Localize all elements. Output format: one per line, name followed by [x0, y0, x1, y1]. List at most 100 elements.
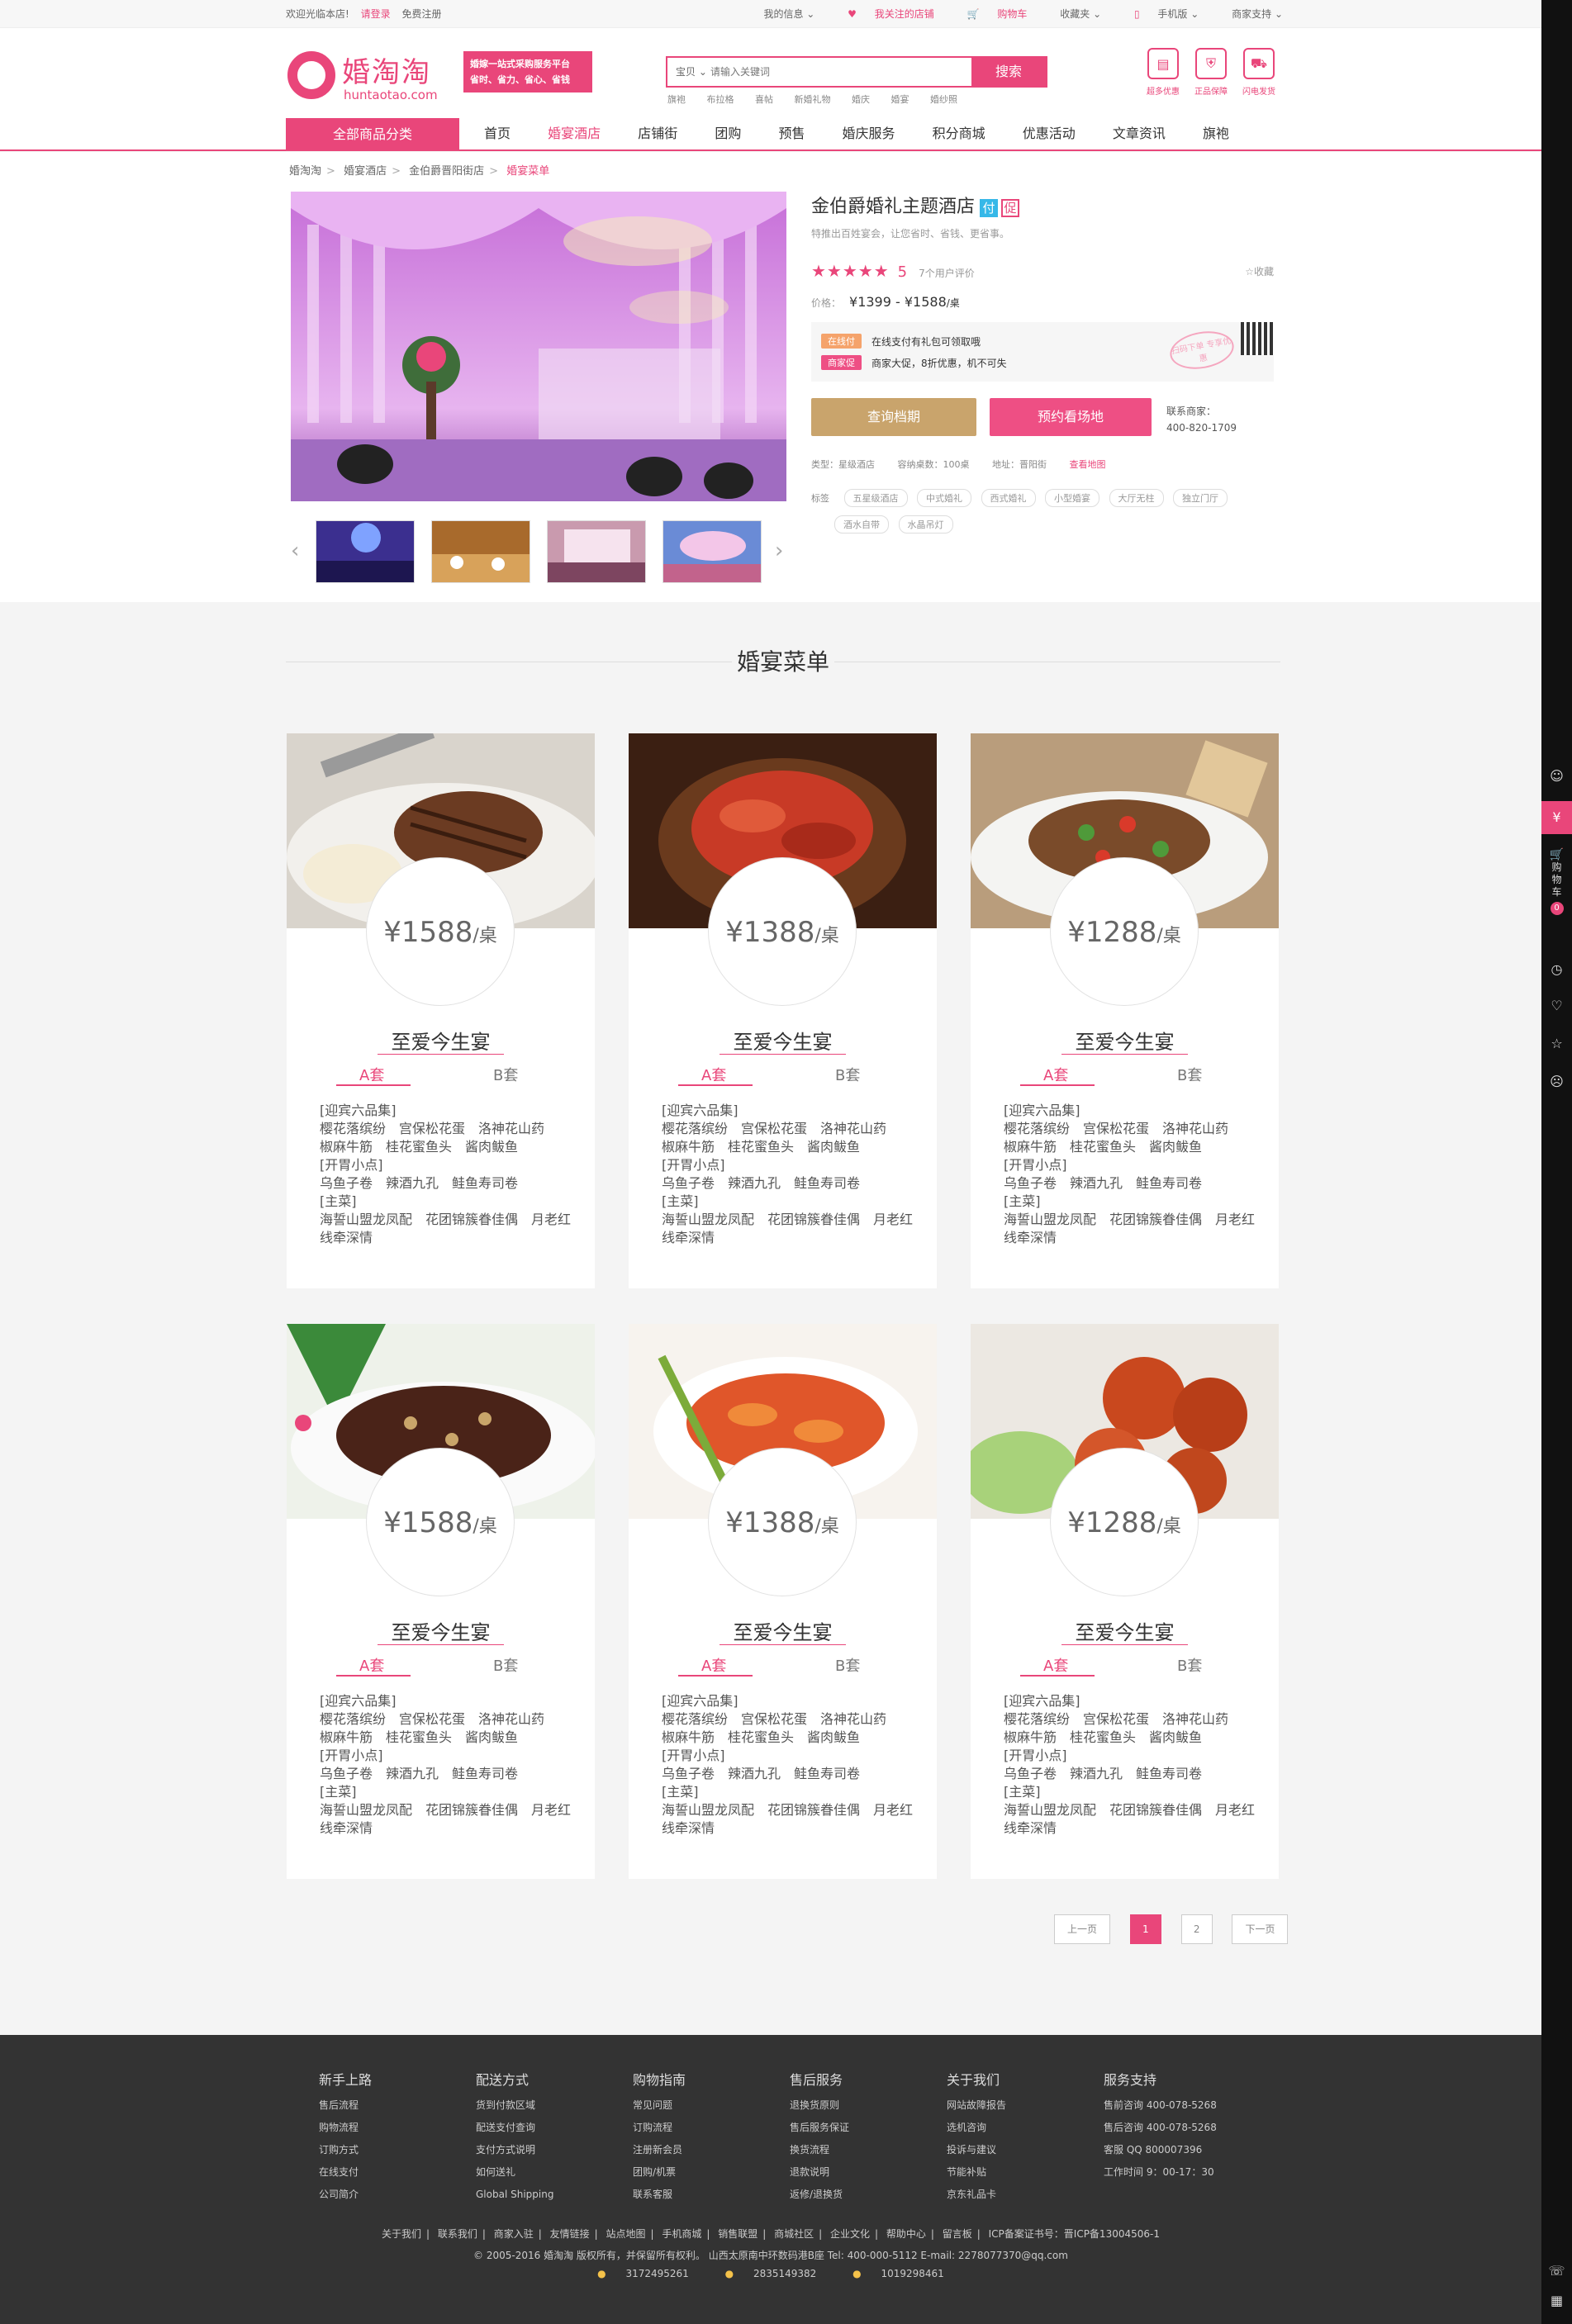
search-category-select[interactable]: 宝贝 ⌄: [676, 64, 707, 78]
breadcrumb-item[interactable]: 婚淘淘: [289, 165, 321, 178]
tag-chip[interactable]: 西式婚礼: [981, 489, 1036, 507]
chevron-right-icon[interactable]: ›: [775, 538, 783, 563]
mobile-menu[interactable]: ▯ 手机版 ⌄: [1119, 8, 1199, 20]
my-info-menu[interactable]: 我的信息 ⌄: [748, 8, 814, 20]
nav-item-home[interactable]: 首页: [484, 126, 511, 141]
footer-link[interactable]: 配送支付查询: [476, 2117, 553, 2139]
register-link[interactable]: 免费注册: [401, 8, 441, 20]
footer-link[interactable]: 公司简介: [319, 2184, 372, 2206]
footer-link[interactable]: 支付方式说明: [476, 2139, 553, 2161]
footer-link[interactable]: 选机咨询: [947, 2117, 1006, 2139]
login-link[interactable]: 请登录: [361, 8, 391, 20]
footer-link[interactable]: 注册新会员: [633, 2139, 686, 2161]
tab-set-a[interactable]: A套: [701, 1064, 726, 1085]
footer-link[interactable]: 退款说明: [790, 2161, 849, 2184]
page-1-button[interactable]: 1: [1129, 1914, 1161, 1944]
tab-set-a[interactable]: A套: [1043, 1654, 1068, 1676]
footer-bottom-link[interactable]: 手机商城: [662, 2228, 701, 2240]
footer-link[interactable]: 网站故障报告: [947, 2094, 1006, 2117]
footer-bottom-link[interactable]: 联系我们: [438, 2228, 477, 2240]
tab-set-a[interactable]: A套: [359, 1064, 384, 1085]
footer-link[interactable]: 购物流程: [319, 2117, 372, 2139]
prev-page-button[interactable]: 上一页: [1054, 1914, 1110, 1944]
search-input[interactable]: [710, 59, 966, 84]
favorites-menu[interactable]: 收藏夹 ⌄: [1045, 8, 1101, 20]
tag-chip[interactable]: 独立门厅: [1173, 489, 1228, 507]
page-2-button[interactable]: 2: [1180, 1914, 1213, 1944]
footer-link[interactable]: 常见问题: [633, 2094, 686, 2117]
footer-bottom-link[interactable]: 企业文化: [830, 2228, 870, 2240]
history-icon[interactable]: ◷: [1541, 961, 1572, 977]
chat-icon[interactable]: ☹: [1541, 1074, 1572, 1089]
main-product-image[interactable]: [291, 192, 786, 501]
site-logo[interactable]: 婚淘淘 huntaotao.com: [287, 46, 444, 106]
tag-chip[interactable]: 水晶吊灯: [898, 515, 953, 534]
menu-card[interactable]: ¥1288/桌 至爱今生宴 A套 B套 [迎宾六品集] 樱花落缤纷 宫保松花蛋 …: [971, 733, 1279, 1288]
footer-bottom-link[interactable]: 帮助中心: [886, 2228, 926, 2240]
favorite-button[interactable]: ☆收藏: [1245, 264, 1274, 278]
footer-link[interactable]: 投诉与建议: [947, 2139, 1006, 2161]
view-map-link[interactable]: 查看地图: [1070, 459, 1106, 470]
footer-link[interactable]: Global Shipping: [476, 2184, 553, 2206]
hotword-link[interactable]: 新婚礼物: [795, 94, 831, 105]
tab-set-b[interactable]: B套: [835, 1654, 860, 1676]
footer-link[interactable]: 货到付款区域: [476, 2094, 553, 2117]
cart-link[interactable]: 🛒 购物车: [952, 8, 1028, 20]
footer-bottom-link[interactable]: 商城社区: [774, 2228, 814, 2240]
footer-link[interactable]: 团购/机票: [633, 2161, 686, 2184]
service-guarantee[interactable]: ⛨ 正品保障: [1188, 48, 1234, 97]
hotword-link[interactable]: 婚宴: [891, 94, 909, 105]
nav-item-hotels[interactable]: 婚宴酒店: [548, 126, 601, 141]
nav-item-groupbuy[interactable]: 团购: [715, 126, 741, 141]
nav-item-qipao[interactable]: 旗袍: [1203, 126, 1229, 141]
tag-chip[interactable]: 酒水自带: [834, 515, 889, 534]
footer-bottom-link[interactable]: 留言板: [943, 2228, 972, 2240]
footer-bottom-link[interactable]: 关于我们: [382, 2228, 421, 2240]
breadcrumb-item[interactable]: 婚宴酒店: [344, 165, 387, 178]
seller-support-menu[interactable]: 商家支持 ⌄: [1217, 8, 1283, 20]
footer-link[interactable]: 如何送礼: [476, 2161, 553, 2184]
hotword-link[interactable]: 喜帖: [755, 94, 773, 105]
tag-chip[interactable]: 五星级酒店: [843, 489, 908, 507]
hotword-link[interactable]: 布拉格: [707, 94, 734, 105]
tag-chip[interactable]: 小型婚宴: [1045, 489, 1099, 507]
footer-link[interactable]: 联系客服: [633, 2184, 686, 2206]
tag-chip[interactable]: 大厅无柱: [1109, 489, 1164, 507]
footer-link[interactable]: 退换货原则: [790, 2094, 849, 2117]
hotword-link[interactable]: 婚庆: [852, 94, 870, 105]
footer-bottom-link[interactable]: 销售联盟: [718, 2228, 758, 2240]
nav-item-wedding-services[interactable]: 婚庆服务: [843, 126, 895, 141]
footer-link[interactable]: 订购流程: [633, 2117, 686, 2139]
heart-icon[interactable]: ♡: [1541, 998, 1572, 1013]
review-count[interactable]: 7个用户评价: [919, 268, 975, 279]
footer-bottom-link[interactable]: 站点地图: [606, 2228, 646, 2240]
thumbnail-image[interactable]: [663, 520, 762, 583]
menu-card[interactable]: ¥1288/桌 至爱今生宴 A套 B套 [迎宾六品集] 樱花落缤纷 宫保松花蛋 …: [971, 1324, 1279, 1879]
all-categories-button[interactable]: 全部商品分类: [286, 118, 459, 151]
search-button[interactable]: 搜索: [971, 58, 1046, 86]
qr-code-icon[interactable]: [1241, 322, 1274, 355]
footer-link[interactable]: 订购方式: [319, 2139, 372, 2161]
tab-set-b[interactable]: B套: [1177, 1064, 1202, 1085]
menu-card[interactable]: ¥1388/桌 至爱今生宴 A套 B套 [迎宾六品集] 樱花落缤纷 宫保松花蛋 …: [629, 1324, 937, 1879]
footer-link[interactable]: 京东礼品卡: [947, 2184, 1006, 2206]
user-icon[interactable]: ☺: [1541, 768, 1572, 784]
book-visit-button[interactable]: 预约看场地: [990, 398, 1152, 436]
star-icon[interactable]: ☆: [1541, 1036, 1572, 1051]
chevron-left-icon[interactable]: ‹: [291, 538, 299, 563]
nav-item-shops[interactable]: 店铺街: [638, 126, 677, 141]
footer-link[interactable]: 节能补贴: [947, 2161, 1006, 2184]
footer-link[interactable]: 售后流程: [319, 2094, 372, 2117]
nav-item-articles[interactable]: 文章资讯: [1113, 126, 1166, 141]
hotword-link[interactable]: 婚纱照: [930, 94, 957, 105]
footer-link[interactable]: 换货流程: [790, 2139, 849, 2161]
followed-shops-link[interactable]: ♥ 我关注的店铺: [833, 8, 934, 20]
next-page-button[interactable]: 下一页: [1232, 1914, 1289, 1944]
service-delivery[interactable]: ⛟ 闪电发货: [1236, 48, 1282, 97]
query-schedule-button[interactable]: 查询档期: [811, 398, 976, 436]
qr-icon[interactable]: ▦: [1541, 2293, 1572, 2308]
menu-card[interactable]: ¥1388/桌 至爱今生宴 A套 B套 [迎宾六品集] 樱花落缤纷 宫保松花蛋 …: [629, 733, 937, 1288]
hotword-link[interactable]: 旗袍: [667, 94, 686, 105]
menu-card[interactable]: ¥1588/桌 至爱今生宴 A套 B套 [迎宾六品集] 樱花落缤纷 宫保松花蛋 …: [287, 733, 595, 1288]
footer-bottom-link[interactable]: 商家入驻: [494, 2228, 534, 2240]
